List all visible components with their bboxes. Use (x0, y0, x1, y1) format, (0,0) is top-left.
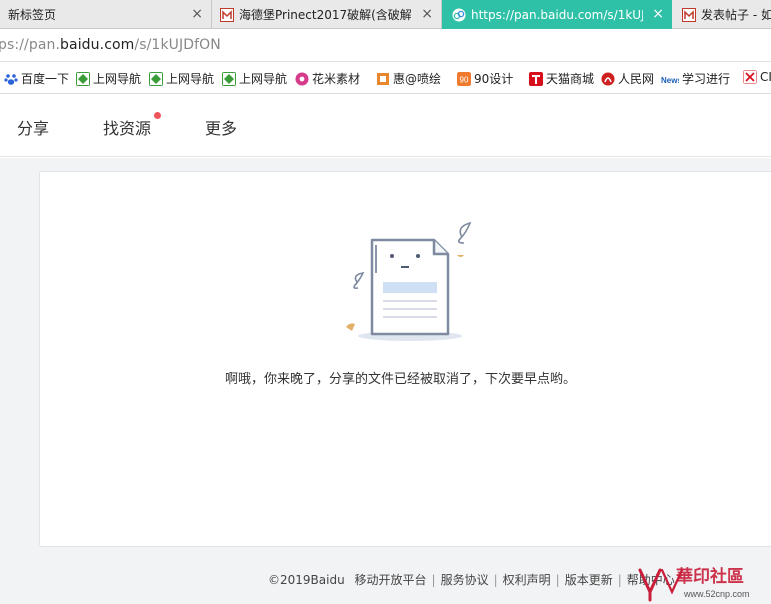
bookmark-label: 上网导航 (93, 72, 142, 86)
bookmark-label: 上网导航 (239, 72, 288, 86)
bookmarks-bar: 百度一下 上网导航 上网导航 上网导航 花米素材 惠@喷绘 90 90设计 天猫… (0, 62, 771, 94)
notification-dot (154, 112, 161, 119)
bookmark-nav-1[interactable]: 上网导航 (76, 70, 141, 87)
expired-document-illustration (346, 221, 472, 341)
ninety-icon: 90 (457, 71, 471, 86)
bookmark-label: 学习进行 (682, 72, 731, 86)
tab-title: 发表帖子 - 如 (701, 8, 771, 22)
forum-icon (682, 7, 696, 22)
page-nav: 分享 找资源 更多 (0, 95, 771, 157)
close-icon[interactable]: × (421, 6, 433, 22)
logo-icon (743, 70, 757, 84)
footer-link-mobile-platform[interactable]: 移动开放平台 (355, 573, 427, 587)
footer-link-rights[interactable]: 权利声明 (503, 573, 551, 587)
url-path: /s/1kUJDfON (134, 37, 221, 53)
bookmark-ci[interactable]: CI (743, 70, 771, 84)
forum-icon (220, 7, 234, 22)
footer-links: 移动开放平台 | 服务协议 | 权利声明 | 版本更新 | 帮助中心 (355, 573, 675, 587)
bookmark-nav-3[interactable]: 上网导航 (222, 70, 287, 87)
nav-more[interactable]: 更多 (205, 115, 237, 139)
url-field[interactable]: ps://pan.baidu.com/s/1kUJDfON (0, 37, 221, 53)
copyright: ©2019Baidu (268, 573, 345, 587)
footer-link-version[interactable]: 版本更新 (565, 573, 613, 587)
close-icon[interactable]: × (652, 6, 664, 22)
bookmark-90design[interactable]: 90 90设计 (457, 70, 513, 87)
baidu-paw-icon (4, 73, 18, 85)
nav-icon (222, 71, 236, 86)
url-host: baidu.com (60, 37, 135, 53)
bookmark-tmall[interactable]: 天猫商城 (529, 70, 594, 87)
bookmark-label: 90设计 (474, 72, 514, 86)
share-cancelled-message: 啊哦，你来晚了，分享的文件已经被取消了，下次要早点哟。 (225, 372, 577, 387)
tmall-icon (529, 71, 543, 86)
bookmark-label: CI (760, 70, 771, 84)
people-icon (601, 72, 615, 85)
tab-new-tab[interactable]: 新标签页 × (0, 0, 212, 29)
address-bar[interactable]: ps://pan.baidu.com/s/1kUJDfON (0, 29, 771, 62)
bookmark-people[interactable]: 人民网 (601, 70, 654, 87)
svg-text:90: 90 (460, 75, 469, 84)
divider: | (555, 573, 560, 587)
bookmark-nav-2[interactable]: 上网导航 (149, 70, 214, 87)
news-icon: News (661, 76, 679, 85)
footer: ©2019Baidu 移动开放平台 | 服务协议 | 权利声明 | 版本更新 | 帮助中心 (268, 571, 675, 588)
divider: | (493, 573, 498, 587)
bookmark-label: 人民网 (618, 72, 655, 86)
bookmark-baidu[interactable]: 百度一下 (4, 70, 69, 87)
bookmark-label: 百度一下 (21, 72, 70, 86)
nav-share[interactable]: 分享 (17, 115, 49, 139)
watermark-url: www.52cnp.com (683, 589, 750, 599)
url-prefix: ps://pan. (0, 37, 61, 53)
tab-title: https://pan.baidu.com/s/1kUJ (471, 7, 643, 22)
bookmark-label: 花米素材 (312, 72, 361, 86)
nav-find-resources[interactable]: 找资源 (103, 115, 151, 139)
bookmark-huami[interactable]: 花米素材 (295, 70, 360, 87)
tab-forum-post[interactable]: 海德堡Prinect2017破解(含破解文 × (212, 0, 442, 29)
tab-baidu-pan[interactable]: https://pan.baidu.com/s/1kUJ × (442, 0, 672, 29)
hui-icon (377, 72, 389, 85)
bookmark-xuexi[interactable]: News 学习进行 (661, 70, 730, 87)
baidu-pan-icon (452, 8, 466, 21)
bookmark-label: 惠@喷绘 (393, 72, 442, 86)
footer-link-service-agreement[interactable]: 服务协议 (441, 573, 489, 587)
divider: | (617, 573, 622, 587)
tab-title: 海德堡Prinect2017破解(含破解文 (239, 8, 411, 22)
watermark-logo: 華印社區 www.52cnp.com (638, 566, 750, 602)
watermark-title: 華印社區 (676, 566, 744, 587)
divider: | (431, 573, 436, 587)
nav-icon (76, 71, 90, 86)
tab-post-thread[interactable]: 发表帖子 - 如 (672, 0, 771, 29)
bookmark-hui[interactable]: 惠@喷绘 (376, 70, 441, 87)
svg-text:News: News (661, 76, 679, 85)
flower-icon (295, 72, 309, 85)
browser-tabstrip: 新标签页 × 海德堡Prinect2017破解(含破解文 × https://p… (0, 0, 771, 29)
tab-title: 新标签页 (8, 8, 57, 22)
bookmark-label: 天猫商城 (546, 72, 595, 86)
nav-icon (149, 71, 163, 86)
close-icon[interactable]: × (191, 6, 203, 22)
bookmark-label: 上网导航 (166, 72, 215, 86)
